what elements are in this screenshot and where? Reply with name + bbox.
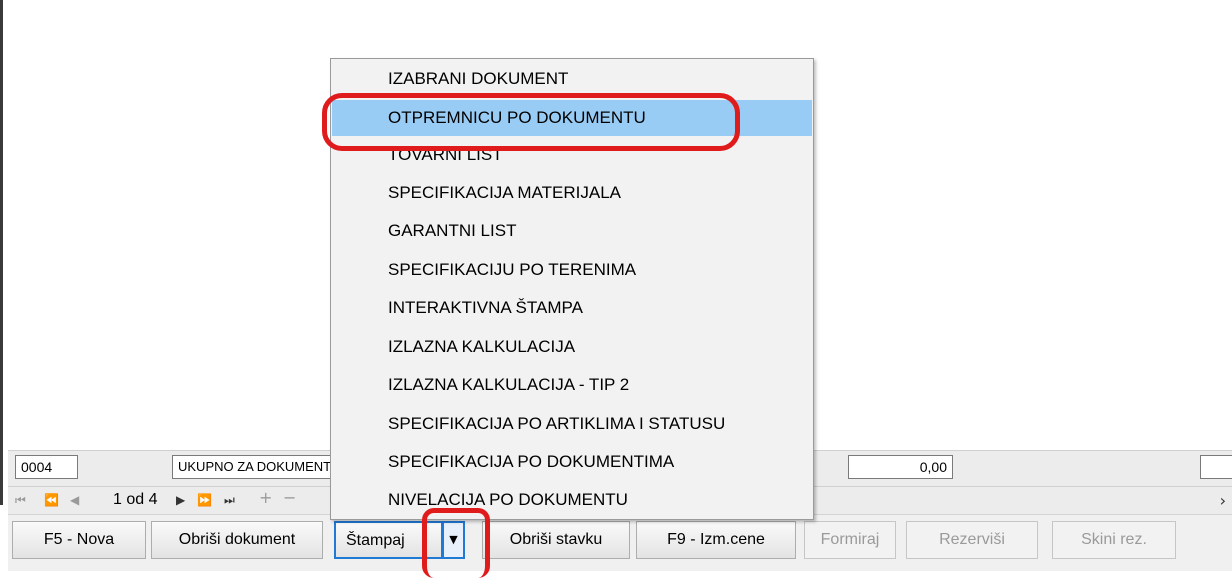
delete-document-button[interactable]: Obriši dokument — [151, 521, 323, 559]
print-menu: IZABRANI DOKUMENT OTPREMNICU PO DOKUMENT… — [330, 58, 814, 520]
menu-item-output-calc-type2[interactable]: IZLAZNA KALKULACIJA - TIP 2 — [332, 367, 812, 403]
new-document-button[interactable]: F5 - Nova — [12, 521, 146, 559]
menu-item-waybill[interactable]: TOVARNI LIST — [332, 137, 812, 173]
menu-item-output-calc[interactable]: IZLAZNA KALKULACIJA — [332, 329, 812, 365]
delete-record-icon[interactable]: − — [283, 489, 296, 507]
dropdown-arrow-icon: ▼ — [449, 533, 458, 546]
document-code-field[interactable]: 0004 — [15, 455, 78, 479]
menu-item-interactive-print[interactable]: INTERAKTIVNA ŠTAMPA — [332, 290, 812, 326]
last-record-icon[interactable]: ⏭ — [224, 491, 235, 509]
menu-item-selected-document[interactable]: IZABRANI DOKUMENT — [332, 61, 812, 97]
print-dropdown-button[interactable]: ▼ — [443, 521, 465, 559]
scroll-right-icon[interactable]: › — [1220, 492, 1226, 510]
menu-item-material-spec[interactable]: SPECIFIKACIJA MATERIJALA — [332, 175, 812, 211]
next-record-icon[interactable]: ▶ — [176, 491, 185, 509]
next-page-icon[interactable]: ⏩ — [197, 491, 212, 509]
menu-item-warranty[interactable]: GARANTNI LIST — [332, 213, 812, 249]
document-total-field[interactable]: 0,00 — [848, 455, 953, 479]
delete-item-button[interactable]: Obriši stavku — [482, 521, 630, 559]
add-record-icon[interactable]: + — [259, 489, 272, 507]
page-indicator: 1 od 4 — [113, 491, 158, 508]
reserve-button[interactable]: Rezerviši — [906, 521, 1038, 559]
menu-item-document-spec[interactable]: SPECIFIKACIJA PO DOKUMENTIMA — [332, 444, 812, 480]
prev-record-icon[interactable]: ◀ — [70, 491, 79, 509]
menu-item-delivery-note[interactable]: OTPREMNICU PO DOKUMENTU — [332, 100, 812, 136]
change-price-button[interactable]: F9 - Izm.cene — [636, 521, 796, 559]
form-button[interactable]: Formiraj — [804, 521, 896, 559]
print-button[interactable]: Štampaj — [334, 521, 443, 559]
menu-item-terrain-spec[interactable]: SPECIFIKACIJU PO TERENIMA — [332, 252, 812, 288]
menu-item-article-status-spec[interactable]: SPECIFIKACIJA PO ARTIKLIMA I STATUSU — [332, 406, 812, 442]
document-total-label-field: UKUPNO ZA DOKUMENT — [172, 455, 342, 479]
prev-page-icon[interactable]: ⏪ — [44, 491, 59, 509]
first-record-icon[interactable]: ⏮ — [15, 491, 26, 509]
remove-reservation-button[interactable]: Skini rez. — [1052, 521, 1176, 559]
summary-right-field[interactable] — [1200, 455, 1232, 479]
menu-item-leveling[interactable]: NIVELACIJA PO DOKUMENTU — [332, 482, 812, 518]
